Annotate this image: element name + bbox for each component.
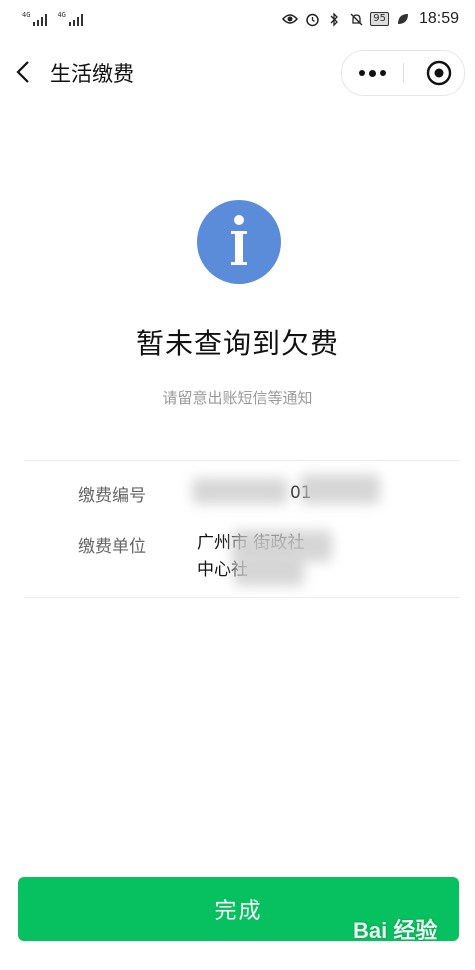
divider xyxy=(24,460,460,461)
watermark-sub: jingyan.baidu.com xyxy=(357,943,438,954)
alarm-icon xyxy=(304,11,320,27)
redacted-blur xyxy=(300,474,380,504)
signal-network-label: 4G xyxy=(22,11,31,19)
redacted-blur xyxy=(192,478,288,504)
eye-icon xyxy=(282,11,299,27)
signal-icon: 4G xyxy=(57,11,83,26)
result-title: 暂未查询到欠费 xyxy=(135,327,339,360)
target-close-icon[interactable] xyxy=(426,60,452,86)
signal-group: 4G 4G xyxy=(22,12,83,26)
divider xyxy=(24,597,460,598)
result-subtitle: 请留意出账短信等通知 xyxy=(162,389,313,407)
clock-time: 18:59 xyxy=(418,10,459,27)
signal-network-label: 4G xyxy=(57,11,66,19)
signal-icon: 4G xyxy=(22,11,48,26)
mini-program-capsule xyxy=(341,50,465,96)
status-icons: 95 18:59 xyxy=(282,10,459,28)
chevron-left-icon[interactable] xyxy=(10,58,38,86)
nav-bar: 生活缴费 xyxy=(0,44,475,102)
battery-icon: 95 xyxy=(370,12,389,26)
page-title: 生活缴费 xyxy=(50,62,134,86)
leaf-icon xyxy=(395,11,411,27)
status-bar: 4G 4G 95 18:59 xyxy=(0,0,475,40)
more-dots-icon[interactable] xyxy=(342,51,402,95)
watermark-main: Bai 经验 xyxy=(353,918,438,943)
bluetooth-icon xyxy=(326,11,342,27)
redacted-blur xyxy=(234,556,304,586)
baidu-jingyan-watermark: Bai 经验 jingyan.baidu.com xyxy=(353,913,465,959)
info-icon xyxy=(197,200,281,284)
payment-number-label: 缴费编号 xyxy=(78,486,146,506)
capsule-divider xyxy=(403,63,404,83)
payment-unit-label: 缴费单位 xyxy=(78,537,146,557)
mute-icon xyxy=(348,11,364,27)
